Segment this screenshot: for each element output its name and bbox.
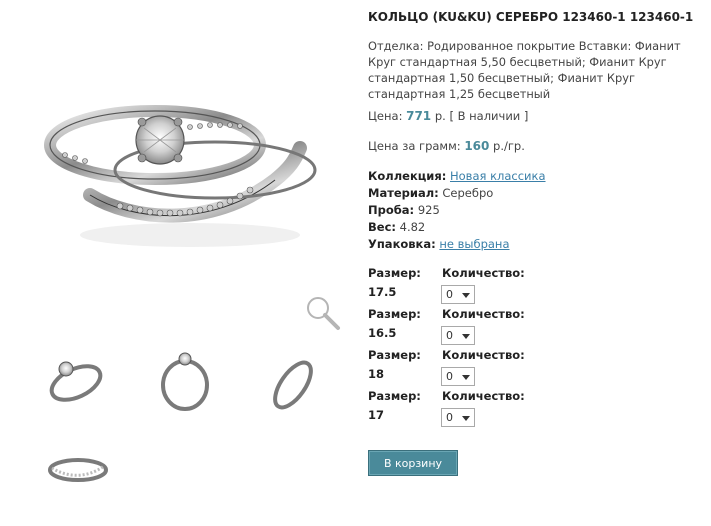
quantity-select[interactable]: 0 xyxy=(441,367,475,386)
thumbnail-3[interactable] xyxy=(253,345,333,415)
product-properties: Коллекция: Новая классика Материал: Сере… xyxy=(368,168,546,253)
probe-value: 925 xyxy=(417,203,440,217)
size-label: Размер: 18 xyxy=(368,346,421,384)
collection-row: Коллекция: Новая классика xyxy=(368,168,546,185)
finish-label: Отделка: xyxy=(368,39,424,53)
size-label: Размер: 16.5 xyxy=(368,305,421,343)
size-label: Размер: 17.5 xyxy=(368,264,421,302)
chevron-down-icon xyxy=(462,293,470,298)
availability-status: [ В наличии ] xyxy=(449,109,529,123)
quantity-select[interactable]: 0 xyxy=(441,326,475,345)
probe-label: Проба: xyxy=(368,203,415,217)
material-label: Материал: xyxy=(368,186,439,200)
main-product-photo[interactable] xyxy=(20,30,340,330)
thumbnail-4[interactable] xyxy=(38,440,118,510)
size-value: 18 xyxy=(368,367,385,381)
product-title: КОЛЬЦО (KU&KU) СЕРЕБРО 123460-1 123460-1 xyxy=(368,10,694,24)
size-value: 17.5 xyxy=(368,285,397,299)
size-value: 17 xyxy=(368,408,385,422)
quantity-label: Количество: xyxy=(442,307,525,321)
material-value: Серебро xyxy=(442,186,494,200)
weight-label: Вес: xyxy=(368,220,396,234)
price-label: Цена: xyxy=(368,109,403,123)
quantity-label: Количество: xyxy=(442,266,525,280)
quantity-label: Количество: xyxy=(442,389,525,403)
thumbnail-2[interactable] xyxy=(145,345,225,415)
material-row: Материал: Серебро xyxy=(368,185,546,202)
weight-value: 4.82 xyxy=(399,220,426,234)
price-per-gram-unit: р./гр. xyxy=(493,139,525,153)
product-gallery xyxy=(0,0,350,526)
packaging-link[interactable]: не выбрана xyxy=(439,237,509,251)
probe-row: Проба: 925 xyxy=(368,202,546,219)
price-per-gram-label: Цена за грамм: xyxy=(368,139,461,153)
chevron-down-icon xyxy=(462,416,470,421)
chevron-down-icon xyxy=(462,375,470,380)
size-label: Размер: 17 xyxy=(368,387,421,425)
price-row: Цена: 771 р. [ В наличии ] xyxy=(368,109,528,123)
price-per-gram-row: Цена за грамм: 160 р./гр. xyxy=(368,139,525,153)
price-unit: р. xyxy=(434,109,446,123)
collection-label: Коллекция: xyxy=(368,169,447,183)
magnifier-icon[interactable] xyxy=(305,295,341,331)
finish-description: Отделка: Родированное покрытие Вставки: … xyxy=(368,38,698,102)
quantity-select[interactable]: 0 xyxy=(441,285,475,304)
packaging-label: Упаковка: xyxy=(368,237,436,251)
quantity-label: Количество: xyxy=(442,348,525,362)
price-per-gram-value: 160 xyxy=(464,139,490,153)
quantity-select[interactable]: 0 xyxy=(441,408,475,427)
weight-row: Вес: 4.82 xyxy=(368,219,546,236)
chevron-down-icon xyxy=(462,334,470,339)
size-value: 16.5 xyxy=(368,326,397,340)
thumbnail-1[interactable] xyxy=(38,345,118,415)
add-to-cart-button[interactable]: В корзину xyxy=(368,450,458,476)
price-value: 771 xyxy=(406,109,432,123)
packaging-row: Упаковка: не выбрана xyxy=(368,236,546,253)
collection-link[interactable]: Новая классика xyxy=(450,169,546,183)
